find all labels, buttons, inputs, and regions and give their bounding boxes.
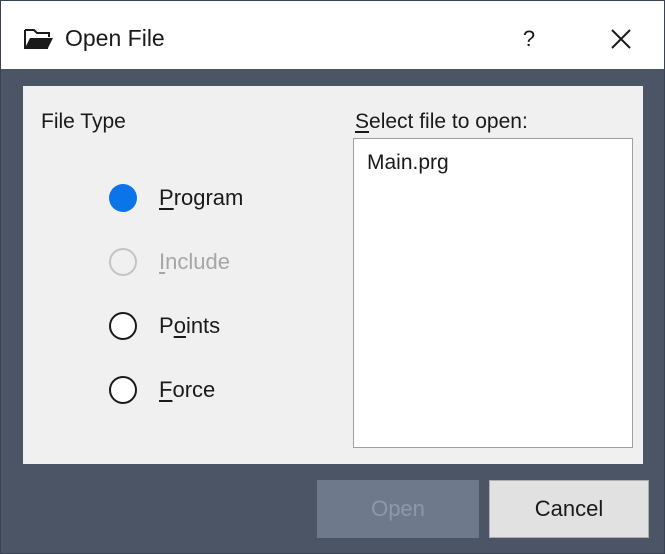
radio-points-label[interactable]: Points	[159, 312, 220, 340]
radio-points-indicator[interactable]	[109, 312, 137, 340]
radio-force-label[interactable]: Force	[159, 376, 215, 404]
mnemonic-key: S	[355, 110, 370, 133]
close-icon[interactable]	[599, 19, 643, 59]
radio-program-indicator[interactable]	[109, 184, 137, 212]
title-bar[interactable]: Open File ?	[1, 1, 664, 69]
radio-include-indicator	[109, 248, 137, 276]
open-file-dialog: Open File ? File Type Program Include Po…	[0, 0, 665, 554]
radio-include-label: Include	[159, 249, 230, 274]
open-button: Open	[317, 480, 479, 538]
mnemonic-key: P	[159, 185, 174, 210]
window-title: Open File	[65, 25, 165, 51]
file-listbox[interactable]: Main.prg	[353, 138, 633, 448]
radio-force-indicator[interactable]	[109, 376, 137, 404]
list-item[interactable]: Main.prg	[367, 151, 449, 175]
mnemonic-key: o	[173, 313, 186, 338]
content-panel: File Type Program Include Points Force S…	[23, 86, 643, 464]
folder-open-icon	[24, 29, 53, 49]
mnemonic-key: F	[159, 377, 173, 402]
select-file-label: Select file to open:	[355, 110, 528, 133]
file-type-label: File Type	[41, 110, 126, 133]
radio-program-label[interactable]: Program	[159, 184, 243, 212]
cancel-button[interactable]: Cancel	[489, 480, 649, 538]
help-button[interactable]: ?	[509, 19, 549, 59]
